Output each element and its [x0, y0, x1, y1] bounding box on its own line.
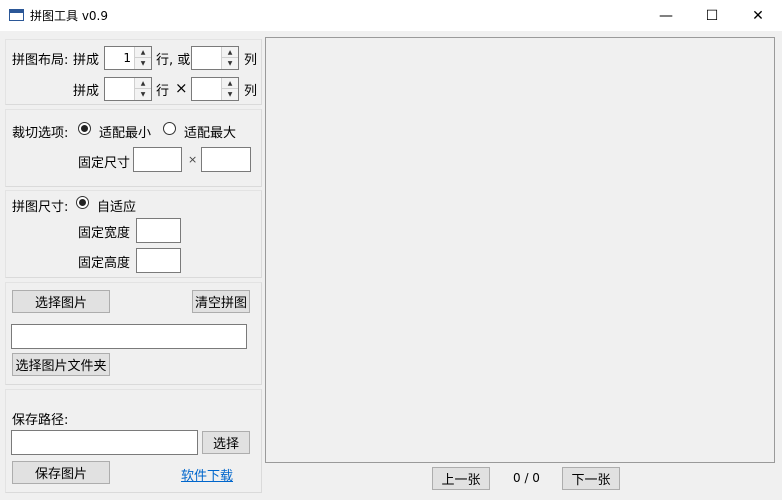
folder-path-input[interactable]	[11, 324, 247, 349]
next-button[interactable]: 下一张	[562, 467, 620, 490]
spin-down-icon[interactable]: ▼	[135, 89, 151, 100]
clear-button[interactable]: 清空拼图	[192, 290, 250, 313]
layout-label: 拼图布局:	[12, 53, 69, 68]
layout-row2-prefix: 拼成	[73, 84, 100, 99]
maximize-button[interactable]: ☐	[689, 0, 735, 31]
spin-down-icon[interactable]: ▼	[135, 58, 151, 69]
preview-area	[265, 37, 775, 463]
save-path-input[interactable]	[11, 430, 198, 455]
spin-arrows: ▲ ▼	[134, 78, 151, 100]
close-button[interactable]: ✕	[735, 0, 781, 31]
download-link[interactable]: 软件下载	[181, 465, 233, 484]
spin-arrows: ▲ ▼	[221, 78, 238, 100]
crop-max-label[interactable]: 适配最大	[184, 122, 236, 141]
row1-rows-value: 1	[123, 51, 131, 65]
layout-row1-mid: 行, 或	[156, 53, 191, 68]
spin-up-icon[interactable]: ▲	[222, 47, 238, 58]
row1-cols-spinbox[interactable]: ▲ ▼	[191, 46, 239, 70]
crop-min-label[interactable]: 适配最小	[99, 122, 151, 141]
fixed-height-label: 固定高度	[78, 256, 131, 271]
size-label: 拼图尺寸:	[12, 200, 69, 215]
spin-arrows: ▲ ▼	[134, 47, 151, 69]
save-path-label: 保存路径:	[12, 413, 69, 428]
window-title: 拼图工具 v0.9	[30, 9, 109, 23]
crop-times-icon: ×	[188, 153, 198, 166]
app-window-icon	[9, 9, 24, 21]
size-auto-radio[interactable]	[76, 196, 89, 209]
row2-rows-spinbox[interactable]: ▲ ▼	[104, 77, 152, 101]
spin-up-icon[interactable]: ▲	[135, 47, 151, 58]
minimize-button[interactable]: —	[643, 0, 689, 31]
spin-down-icon[interactable]: ▼	[222, 89, 238, 100]
crop-width-input[interactable]	[133, 147, 182, 172]
crop-fixed-size-label: 固定尺寸	[78, 156, 131, 171]
layout-row1-suffix: 列	[244, 53, 258, 68]
save-image-button[interactable]: 保存图片	[12, 461, 110, 484]
spin-up-icon[interactable]: ▲	[135, 78, 151, 89]
layout-row1-prefix: 拼成	[73, 53, 100, 68]
fixed-height-input[interactable]	[136, 248, 181, 273]
spin-down-icon[interactable]: ▼	[222, 58, 238, 69]
crop-label: 裁切选项:	[12, 126, 69, 141]
prev-button[interactable]: 上一张	[432, 467, 490, 490]
fixed-width-label: 固定宽度	[78, 226, 131, 241]
page-counter: 0 / 0	[513, 471, 540, 485]
crop-min-radio[interactable]	[78, 122, 91, 135]
spin-up-icon[interactable]: ▲	[222, 78, 238, 89]
layout-row2-suffix: 列	[244, 84, 258, 99]
layout-row2-mid: 行	[156, 84, 170, 99]
crop-max-radio[interactable]	[163, 122, 176, 135]
row2-cols-spinbox[interactable]: ▲ ▼	[191, 77, 239, 101]
select-images-button[interactable]: 选择图片	[12, 290, 110, 313]
choose-button[interactable]: 选择	[202, 431, 250, 454]
fixed-width-input[interactable]	[136, 218, 181, 243]
title-bar: 拼图工具 v0.9 — ☐ ✕	[0, 0, 782, 31]
size-auto-label[interactable]: 自适应	[97, 196, 136, 215]
crop-height-input[interactable]	[201, 147, 251, 172]
spin-arrows: ▲ ▼	[221, 47, 238, 69]
row1-rows-spinbox[interactable]: 1 ▲ ▼	[104, 46, 152, 70]
select-folder-button[interactable]: 选择图片文件夹	[12, 353, 110, 376]
times-icon: ×	[175, 79, 188, 97]
